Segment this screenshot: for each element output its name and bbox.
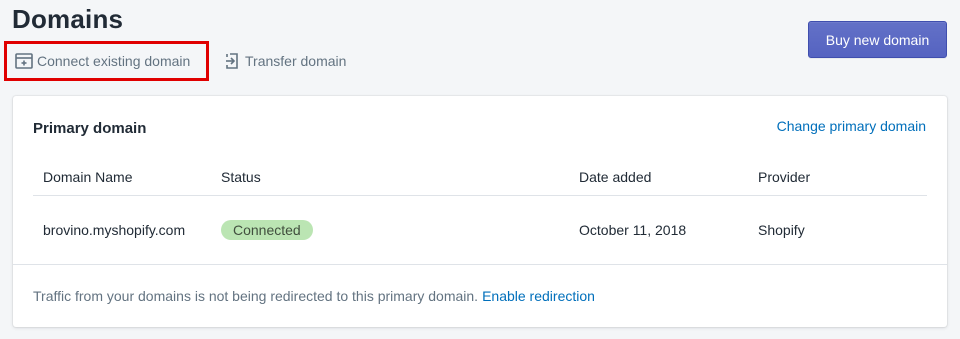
- change-primary-domain-link[interactable]: Change primary domain: [777, 118, 926, 134]
- transfer-icon: [221, 50, 243, 72]
- status-badge: Connected: [221, 220, 313, 240]
- domain-name-cell: brovino.myshopify.com: [43, 222, 186, 238]
- secondary-actions: Connect existing domain Transfer domain: [4, 41, 354, 81]
- column-header-provider: Provider: [758, 168, 811, 185]
- table-header: Domain Name Status Date added Provider: [33, 158, 927, 196]
- connect-existing-domain-label: Connect existing domain: [37, 53, 191, 69]
- domains-table: Domain Name Status Date added Provider b…: [33, 158, 927, 264]
- provider-cell: Shopify: [758, 222, 805, 238]
- date-added-cell: October 11, 2018: [579, 222, 687, 238]
- card-footer: Traffic from your domains is not being r…: [13, 264, 947, 327]
- primary-domain-card: Primary domain Change primary domain Dom…: [13, 96, 947, 327]
- column-header-domain-name: Domain Name: [43, 168, 133, 185]
- column-header-status: Status: [221, 168, 261, 185]
- card-title: Primary domain: [33, 120, 147, 137]
- transfer-domain-label: Transfer domain: [245, 53, 347, 69]
- enable-redirection-link[interactable]: Enable redirection: [482, 288, 595, 304]
- status-cell: Connected: [221, 220, 313, 240]
- redirect-notice: Traffic from your domains is not being r…: [33, 288, 479, 304]
- browser-add-icon: [13, 50, 35, 72]
- buy-new-domain-button[interactable]: Buy new domain: [808, 21, 947, 58]
- column-header-date-added: Date added: [579, 168, 652, 185]
- table-row: brovino.myshopify.com Connected October …: [33, 196, 927, 264]
- page-title: Domains: [12, 4, 124, 34]
- connect-existing-domain-button[interactable]: Connect existing domain: [4, 41, 209, 81]
- transfer-domain-button[interactable]: Transfer domain: [213, 41, 354, 81]
